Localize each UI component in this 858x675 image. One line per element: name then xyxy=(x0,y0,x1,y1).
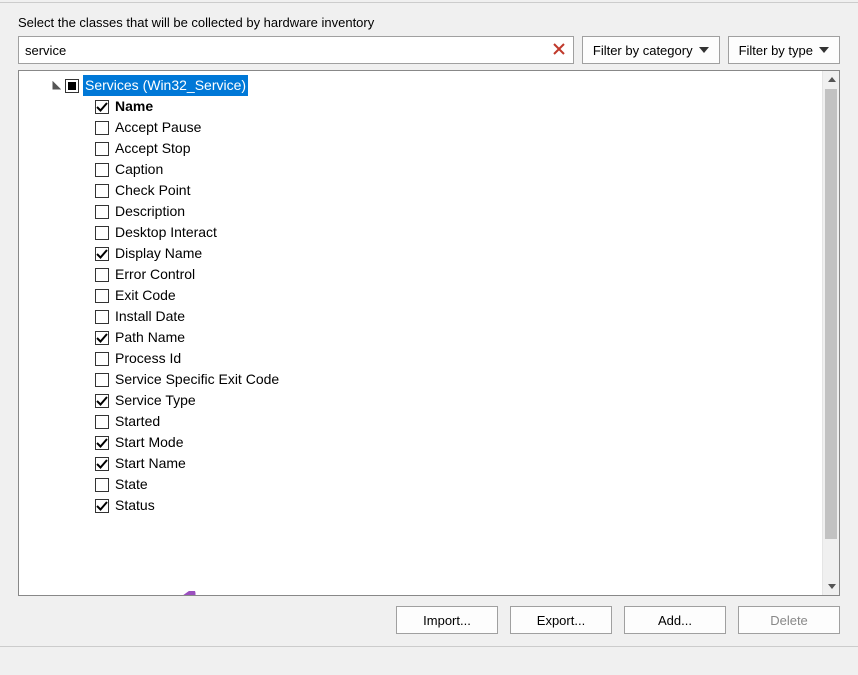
tree-item-label: Description xyxy=(113,201,187,222)
tree-item-label: Check Point xyxy=(113,180,192,201)
tree-item-label: Error Control xyxy=(113,264,197,285)
tree-item[interactable]: Name xyxy=(23,96,822,117)
chevron-down-icon xyxy=(819,47,829,53)
checkbox[interactable] xyxy=(95,457,109,471)
tree-item-label: Path Name xyxy=(113,327,187,348)
tree-item[interactable]: Caption xyxy=(23,159,822,180)
checkbox[interactable] xyxy=(95,478,109,492)
add-button[interactable]: Add... xyxy=(624,606,726,634)
checkbox[interactable] xyxy=(65,79,79,93)
tree-item[interactable]: Display Name xyxy=(23,243,822,264)
tree-item[interactable]: Exit Code xyxy=(23,285,822,306)
tree-item[interactable]: Path Name xyxy=(23,327,822,348)
tree-item-label: Accept Stop xyxy=(113,138,193,159)
tree-item-label: Service Specific Exit Code xyxy=(113,369,281,390)
checkbox[interactable] xyxy=(95,499,109,513)
instruction-text: Select the classes that will be collecte… xyxy=(18,15,840,30)
tree-item-label: Exit Code xyxy=(113,285,178,306)
checkbox[interactable] xyxy=(95,373,109,387)
search-input[interactable] xyxy=(18,36,574,64)
tree-item[interactable]: Accept Pause xyxy=(23,117,822,138)
tree-item[interactable]: State xyxy=(23,474,822,495)
checkbox[interactable] xyxy=(95,331,109,345)
tree-item-label: Name xyxy=(113,96,155,117)
scroll-thumb[interactable] xyxy=(825,89,837,539)
checkbox[interactable] xyxy=(95,436,109,450)
tree-item-label: Started xyxy=(113,411,162,432)
filter-category-label: Filter by category xyxy=(593,43,693,58)
checkbox[interactable] xyxy=(95,163,109,177)
tree-item-label: Process Id xyxy=(113,348,183,369)
tree-body: Services (Win32_Service)NameAccept Pause… xyxy=(19,71,822,595)
checkbox[interactable] xyxy=(95,100,109,114)
tree-item[interactable]: Start Name xyxy=(23,453,822,474)
tree-root-node[interactable]: Services (Win32_Service) xyxy=(23,75,822,96)
clear-search-icon[interactable] xyxy=(550,40,568,58)
filter-by-category-button[interactable]: Filter by category xyxy=(582,36,720,64)
export-button[interactable]: Export... xyxy=(510,606,612,634)
tree-item[interactable]: Desktop Interact xyxy=(23,222,822,243)
tree-item[interactable]: Install Date xyxy=(23,306,822,327)
tree-item[interactable]: Description xyxy=(23,201,822,222)
tree-item-label: State xyxy=(113,474,150,495)
checkbox[interactable] xyxy=(95,247,109,261)
checkbox[interactable] xyxy=(95,352,109,366)
tree-item[interactable]: Status xyxy=(23,495,822,516)
class-tree: Services (Win32_Service)NameAccept Pause… xyxy=(18,70,840,596)
tree-root-label: Services (Win32_Service) xyxy=(83,75,248,96)
checkbox[interactable] xyxy=(95,394,109,408)
button-row: Import... Export... Add... Delete xyxy=(0,596,858,647)
checkbox[interactable] xyxy=(95,142,109,156)
checkbox[interactable] xyxy=(95,121,109,135)
scroll-up-icon[interactable] xyxy=(823,71,840,88)
tree-item-label: Display Name xyxy=(113,243,204,264)
filter-type-label: Filter by type xyxy=(739,43,813,58)
tree-item-label: Status xyxy=(113,495,157,516)
tree-item[interactable]: Accept Stop xyxy=(23,138,822,159)
tree-item[interactable]: Service Specific Exit Code xyxy=(23,369,822,390)
tree-item[interactable]: Started xyxy=(23,411,822,432)
tree-item[interactable]: Error Control xyxy=(23,264,822,285)
tree-item[interactable]: Check Point xyxy=(23,180,822,201)
tree-item[interactable]: Service Type xyxy=(23,390,822,411)
checkbox[interactable] xyxy=(95,226,109,240)
tree-item-label: Caption xyxy=(113,159,165,180)
tree-item-label: Start Mode xyxy=(113,432,185,453)
checkbox[interactable] xyxy=(95,268,109,282)
scroll-down-icon[interactable] xyxy=(823,578,840,595)
tree-item-label: Start Name xyxy=(113,453,188,474)
delete-button[interactable]: Delete xyxy=(738,606,840,634)
checkbox[interactable] xyxy=(95,415,109,429)
tree-item-label: Install Date xyxy=(113,306,187,327)
toolbar: Filter by category Filter by type xyxy=(18,36,840,64)
scrollbar[interactable] xyxy=(822,71,839,595)
chevron-down-icon xyxy=(699,47,709,53)
tree-item-label: Service Type xyxy=(113,390,198,411)
filter-by-type-button[interactable]: Filter by type xyxy=(728,36,840,64)
import-button[interactable]: Import... xyxy=(396,606,498,634)
checkbox[interactable] xyxy=(95,289,109,303)
hardware-inventory-dialog: Select the classes that will be collecte… xyxy=(0,0,858,675)
checkbox[interactable] xyxy=(95,310,109,324)
search-container xyxy=(18,36,574,64)
expander-icon[interactable] xyxy=(49,79,63,93)
checkbox[interactable] xyxy=(95,205,109,219)
tree-item[interactable]: Process Id xyxy=(23,348,822,369)
checkbox[interactable] xyxy=(95,184,109,198)
tree-item[interactable]: Start Mode xyxy=(23,432,822,453)
tree-item-label: Desktop Interact xyxy=(113,222,219,243)
tree-item-label: Accept Pause xyxy=(113,117,203,138)
